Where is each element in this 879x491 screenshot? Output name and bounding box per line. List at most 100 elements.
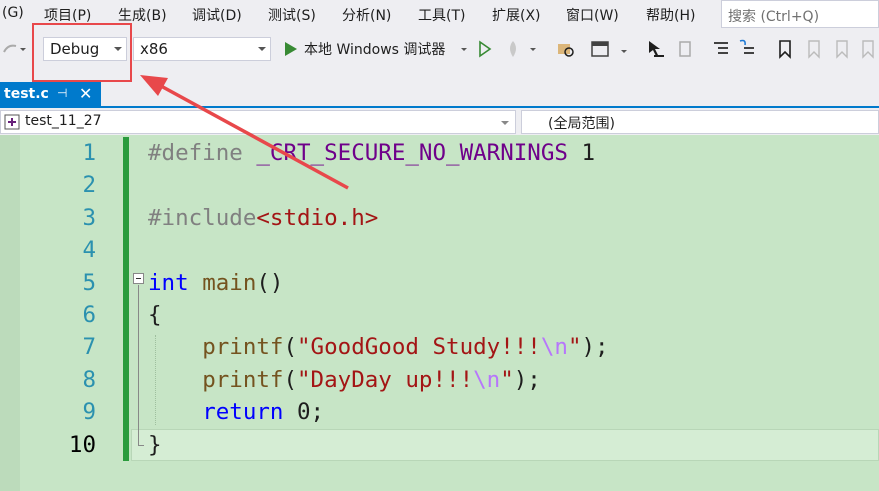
- indent-guide: [155, 335, 156, 425]
- current-line-highlight: [131, 429, 879, 461]
- collapse-icon[interactable]: [133, 273, 144, 284]
- start-debug-icon[interactable]: [281, 38, 301, 60]
- menu-project[interactable]: 项目(P): [44, 5, 91, 25]
- menu-analyze[interactable]: 分析(N): [342, 5, 391, 25]
- menu-extensions[interactable]: 扩展(X): [492, 5, 541, 25]
- code-line[interactable]: printf("DayDay up!!!\n");: [148, 364, 541, 396]
- code-line[interactable]: #include<stdio.h>: [148, 202, 378, 234]
- code-token: }: [148, 431, 162, 458]
- prev-bookmark-icon[interactable]: [803, 38, 823, 60]
- platform-select[interactable]: x86: [133, 37, 271, 61]
- scope-name: (全局范围): [548, 116, 615, 132]
- menu-help[interactable]: 帮助(H): [646, 5, 695, 25]
- code-token: 0;: [283, 399, 325, 426]
- line-number: 7: [82, 334, 96, 361]
- chevron-down-icon: [258, 47, 266, 51]
- code-line[interactable]: #define _CRT_SECURE_NO_WARNINGS 1: [148, 137, 595, 169]
- change-tracking-bar: [123, 137, 129, 461]
- project-select[interactable]: test_11_27: [0, 110, 516, 134]
- code-editor[interactable]: 1 2 3 4 5 6 7 8 9 10 #define _CRT_SECURE_NO_WARNI…: [0, 135, 879, 491]
- code-token: "DayDay up!!!: [297, 366, 474, 393]
- code-token: (: [283, 334, 298, 361]
- code-token: return: [202, 399, 284, 426]
- code-line[interactable]: }: [148, 429, 162, 461]
- select-icon[interactable]: [646, 38, 666, 60]
- fold-end: [138, 445, 144, 446]
- comment-icon[interactable]: [737, 38, 757, 60]
- code-line[interactable]: int main(): [148, 267, 283, 299]
- start-debugger-button[interactable]: 本地 Windows 调试器: [304, 39, 445, 59]
- find-in-files-icon[interactable]: [556, 38, 576, 60]
- chevron-down-icon: [501, 121, 509, 125]
- code-token: (: [283, 366, 298, 393]
- line-number: 2: [82, 172, 96, 199]
- code-token: (): [256, 269, 284, 296]
- code-token: main: [202, 269, 257, 296]
- search-placeholder: 搜索 (Ctrl+Q): [728, 9, 820, 25]
- tab-test-c[interactable]: test.c ⊣ ✕: [0, 82, 101, 108]
- menu-tools[interactable]: 工具(T): [418, 5, 465, 25]
- code-line[interactable]: printf("GoodGood Study!!!\n");: [148, 331, 609, 363]
- line-number: 8: [82, 366, 96, 393]
- code-token: \n: [540, 334, 568, 361]
- code-line[interactable]: return 0;: [148, 396, 324, 428]
- code-line[interactable]: {: [148, 299, 162, 331]
- code-token: int: [148, 269, 189, 296]
- redo-icon[interactable]: [2, 38, 20, 60]
- code-token: #include: [148, 204, 257, 231]
- code-token: 1: [567, 140, 596, 166]
- menu-build[interactable]: 生成(B): [118, 5, 167, 25]
- line-number: 6: [82, 302, 96, 328]
- code-token: );: [513, 366, 541, 393]
- menu-test[interactable]: 测试(S): [268, 5, 316, 25]
- code-token: printf: [202, 366, 284, 393]
- line-number: 5: [82, 269, 96, 296]
- search-input[interactable]: 搜索 (Ctrl+Q): [721, 0, 879, 28]
- code-token: "GoodGood Study!!!: [297, 334, 541, 361]
- code-token: {: [148, 302, 162, 328]
- clear-bookmarks-icon[interactable]: [857, 38, 877, 60]
- line-number: 3: [82, 204, 96, 231]
- project-name: test_11_27: [25, 113, 102, 129]
- navigation-bar: test_11_27 (全局范围): [0, 110, 879, 134]
- code-token: _CRT_SECURE_NO_WARNINGS: [256, 140, 568, 166]
- menu-git[interactable]: (G): [2, 5, 24, 21]
- line-number: 10: [68, 431, 96, 458]
- start-without-debug-icon[interactable]: [475, 38, 495, 60]
- code-token: ": [500, 366, 514, 393]
- code-token: \n: [473, 366, 501, 393]
- line-number: 4: [82, 237, 96, 264]
- hot-reload-icon[interactable]: [503, 38, 523, 60]
- line-number: 1: [82, 140, 96, 166]
- fold-line: [138, 285, 139, 445]
- code-token: );: [581, 334, 609, 361]
- align-icon[interactable]: [674, 38, 694, 60]
- menu-debug[interactable]: 调试(D): [192, 5, 242, 25]
- project-icon: [4, 114, 20, 130]
- scope-select[interactable]: (全局范围): [521, 110, 879, 134]
- code-token: printf: [202, 334, 284, 361]
- code-token: ": [567, 334, 582, 361]
- platform-value: x86: [140, 40, 168, 58]
- tab-label: test.c: [4, 86, 49, 102]
- next-bookmark-icon[interactable]: [831, 38, 851, 60]
- bookmark-icon[interactable]: [775, 38, 795, 60]
- hot-reload-dropdown-icon[interactable]: [530, 48, 536, 51]
- document-tab-strip: test.c ⊣ ✕: [0, 82, 879, 108]
- debugger-dropdown-icon[interactable]: [461, 48, 467, 51]
- window-layout-icon[interactable]: [590, 38, 610, 60]
- code-token: <stdio.h>: [256, 204, 379, 231]
- layout-dropdown-icon[interactable]: [621, 50, 627, 53]
- menu-window[interactable]: 窗口(W): [566, 5, 619, 25]
- line-number: 9: [82, 399, 96, 426]
- close-icon[interactable]: ✕: [79, 84, 92, 103]
- redo-dropdown-icon[interactable]: [20, 48, 26, 51]
- pin-icon[interactable]: ⊣: [57, 86, 67, 100]
- annotation-highlight-box: [32, 23, 132, 82]
- code-token: #define: [148, 140, 257, 166]
- indent-icon[interactable]: [711, 38, 731, 60]
